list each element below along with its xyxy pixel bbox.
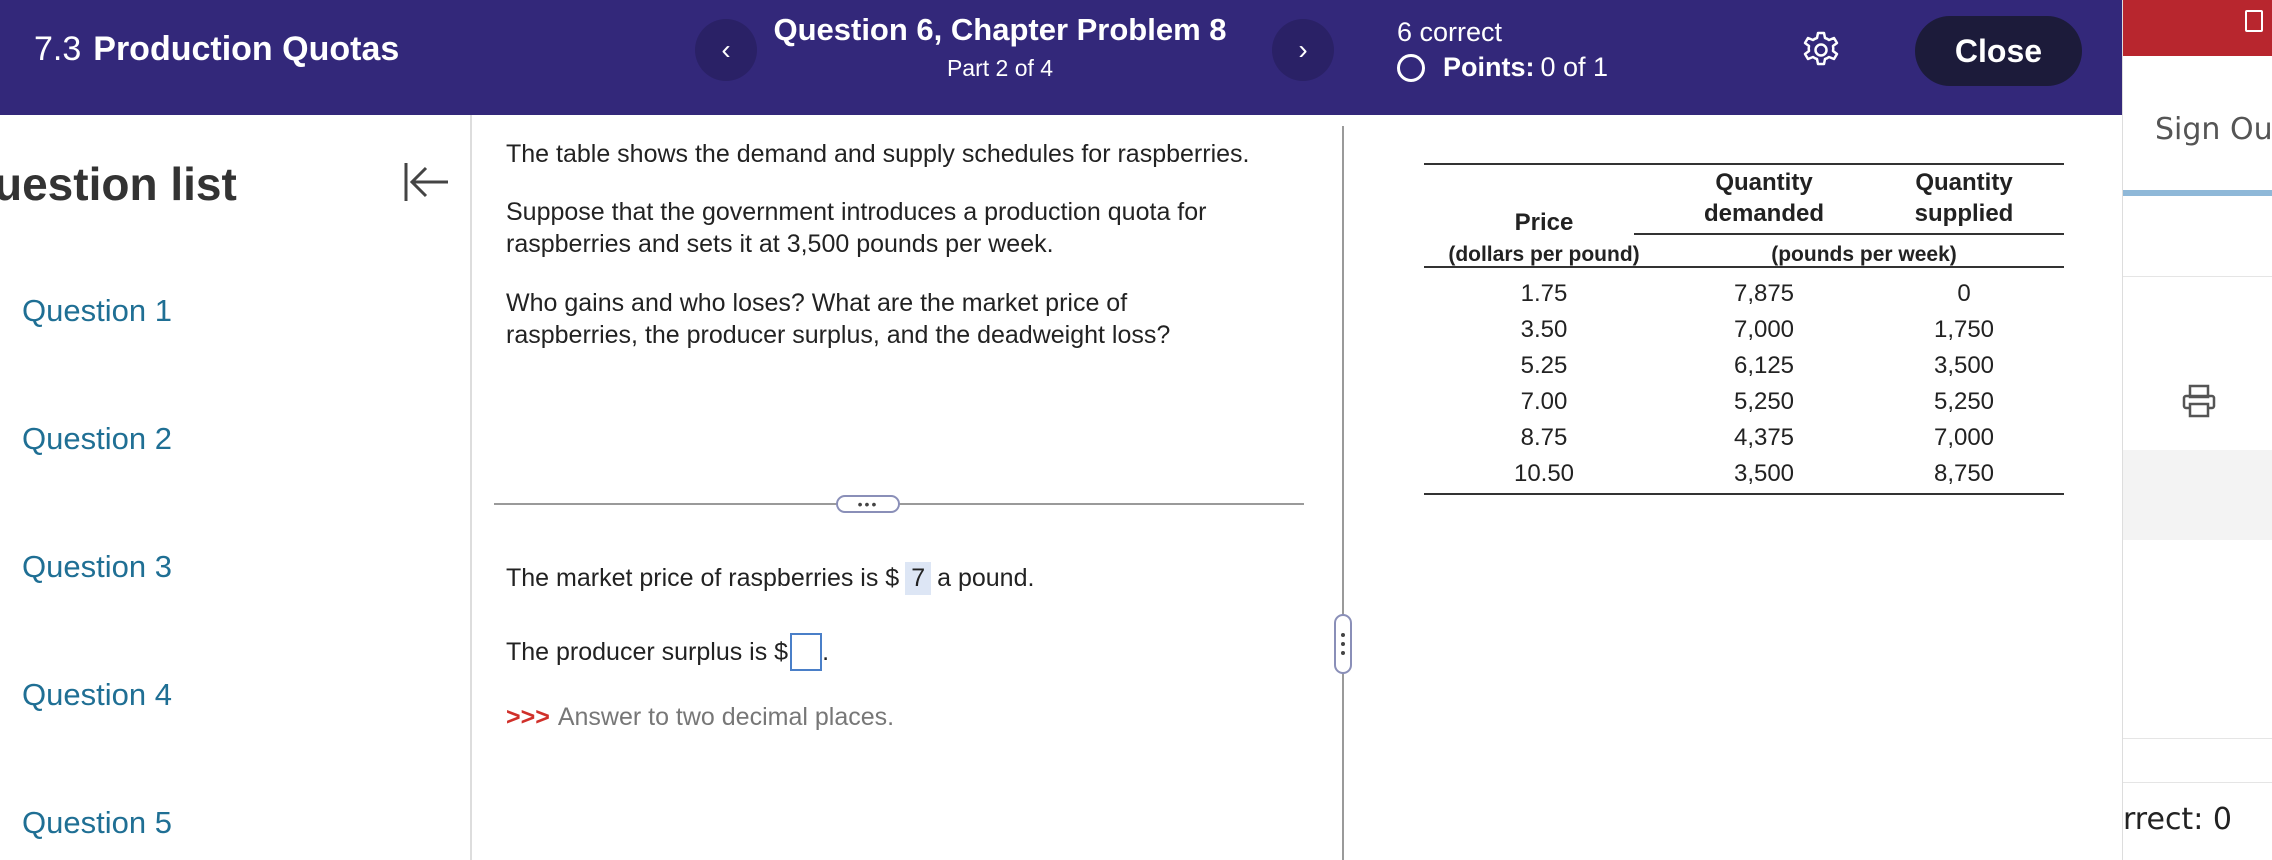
document-icon: [2245, 10, 2263, 32]
close-button[interactable]: Close: [1915, 16, 2082, 86]
dot: [1341, 642, 1345, 646]
question-list-title: uestion list: [0, 158, 237, 210]
points-label: Points:: [1443, 52, 1535, 82]
section-name: Production Quotas: [93, 30, 400, 68]
market-price-prefix: The market price of raspberries is $: [506, 564, 900, 592]
hint-arrows: >>>: [506, 703, 550, 731]
sign-out-link[interactable]: Sign Out: [2155, 112, 2272, 147]
price-cell: 5.25: [1520, 352, 1568, 379]
demanded-cell: 4,375: [1733, 424, 1795, 451]
divider: [2123, 782, 2272, 783]
table-bottom-rule: [1424, 493, 2064, 495]
dot: [1341, 651, 1345, 655]
progress-line: [2123, 190, 2272, 196]
question-prompt: Who gains and who loses? What are the ma…: [506, 289, 1171, 349]
price-cell: 7.00: [1520, 388, 1568, 415]
supplied-cell: 7,000: [1933, 424, 1995, 451]
header-bottom-rule: [1424, 266, 2064, 268]
side-panel: Sign Out rrect: 0: [2122, 0, 2272, 860]
expand-more-button[interactable]: •••: [836, 495, 900, 513]
points-status: Points: 0 of 1: [1397, 52, 1608, 83]
demanded-header-2: demanded: [1703, 200, 1825, 227]
price-header: Price: [1514, 209, 1574, 236]
question-panel: The table shows the demand and supply sc…: [474, 115, 1344, 860]
section-number: 7.3: [34, 30, 82, 68]
pane-splitter: [1342, 126, 1344, 860]
market-price-answer: The market price of raspberries is $ 7 a…: [506, 562, 1034, 595]
supplied-cell: 5,250: [1933, 388, 1995, 415]
question-intro: The table shows the demand and supply sc…: [506, 140, 1250, 168]
sidebar-item-question-1[interactable]: Question 1: [22, 293, 172, 329]
question-title: Question 6, Chapter Problem 8: [773, 12, 1227, 47]
gear-icon[interactable]: [1801, 30, 1841, 70]
top-bar: 7.3 Production Quotas ‹ Question 6, Chapt…: [0, 0, 2122, 115]
correct-summary: rrect: 0: [2123, 802, 2232, 837]
market-price-suffix: a pound.: [937, 564, 1035, 592]
price-cell: 1.75: [1520, 280, 1568, 307]
section-title: 7.3 Production Quotas: [34, 30, 399, 69]
supplied-cell: 3,500: [1933, 352, 1995, 379]
producer-surplus-input[interactable]: [790, 633, 823, 671]
question-list-sidebar: uestion list Question 1 Question 2 Quest…: [0, 115, 472, 860]
answer-hint: >>> Answer to two decimal places.: [506, 703, 894, 732]
supplied-cell: 1,750: [1933, 316, 1995, 343]
hint-text: Answer to two decimal places.: [557, 703, 895, 731]
divider: [2123, 276, 2272, 277]
price-cell: 3.50: [1520, 316, 1568, 343]
market-price-value[interactable]: 7: [905, 562, 932, 595]
question-part: Part 2 of 4: [946, 55, 1054, 81]
next-question-button[interactable]: ›: [1272, 19, 1334, 81]
points-value: 0 of 1: [1540, 52, 1609, 82]
header-subrule: [1634, 233, 2064, 235]
sidebar-item-question-3[interactable]: Question 3: [22, 549, 172, 585]
table-top-rule: [1424, 163, 2064, 165]
sidebar-item-question-4[interactable]: Question 4: [22, 677, 172, 713]
demanded-cell: 3,500: [1733, 460, 1795, 487]
price-cell: 10.50: [1513, 460, 1575, 487]
demanded-cell: 7,875: [1733, 280, 1795, 307]
chevron-left-icon: ‹: [721, 34, 731, 65]
demanded-cell: 7,000: [1733, 316, 1795, 343]
price-cell: 8.75: [1520, 424, 1568, 451]
demanded-cell: 5,250: [1733, 388, 1795, 415]
correct-count: 6 correct: [1397, 17, 1503, 47]
sidebar-item-question-2[interactable]: Question 2: [22, 421, 172, 457]
producer-surplus-answer: The producer surplus is $ .: [506, 633, 829, 671]
dot: [1341, 633, 1345, 637]
collapse-left-icon[interactable]: [400, 157, 450, 207]
sidebar-item-question-5[interactable]: Question 5: [22, 805, 172, 841]
divider: [2123, 738, 2272, 739]
supplied-header-2: supplied: [1914, 200, 2014, 227]
supplied-cell: 8,750: [1933, 460, 1995, 487]
demanded-cell: 6,125: [1733, 352, 1795, 379]
splitter-handle[interactable]: [1334, 614, 1352, 674]
status-circle-icon: [1397, 53, 1425, 82]
supplied-header-1: Quantity: [1915, 169, 2013, 196]
producer-surplus-suffix: .: [822, 637, 830, 666]
question-scenario: Suppose that the government introduces a…: [506, 198, 1207, 258]
producer-surplus-prefix: The producer surplus is $: [506, 637, 789, 666]
demanded-header-1: Quantity: [1715, 169, 1813, 196]
top-tab[interactable]: [2123, 0, 2272, 56]
panel-section: [2123, 450, 2272, 540]
chevron-right-icon: ›: [1298, 34, 1308, 65]
supplied-cell: 0: [1957, 280, 1971, 307]
printer-icon[interactable]: [2181, 383, 2217, 419]
